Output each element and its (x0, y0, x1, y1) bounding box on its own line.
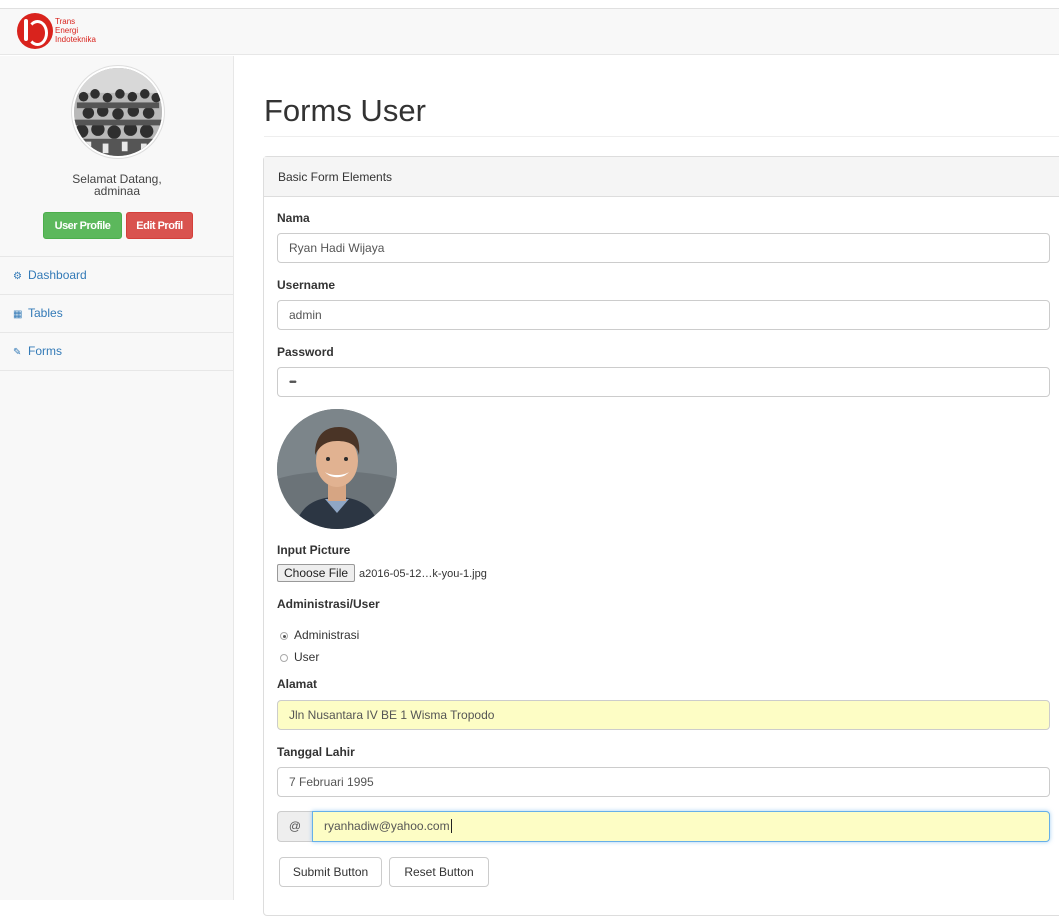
sidebar-item-forms[interactable]: ✎ Forms (0, 333, 234, 371)
edit-icon: ✎ (13, 347, 22, 358)
profile-photo-image (277, 409, 397, 529)
sidebar-item-label: Forms (28, 344, 62, 358)
username-label: Username (277, 278, 336, 292)
alamat-label: Alamat (277, 677, 318, 691)
picture-label: Input Picture (277, 543, 351, 557)
alamat-input[interactable]: Jln Nusantara IV BE 1 Wisma Tropodo (277, 700, 1050, 730)
choose-file-button[interactable]: Choose File (277, 564, 356, 582)
submit-button[interactable]: Submit Button (279, 857, 382, 887)
radio-option-administrasi[interactable]: Administrasi (280, 628, 359, 642)
file-name-text: a2016-05-12…k-you-1.jpg (359, 568, 487, 581)
table-icon: ▦ (13, 309, 23, 320)
radio-label: Administrasi (294, 628, 360, 642)
edit-profile-button[interactable]: Edit Profil (126, 212, 193, 239)
tanggal-lahir-label: Tanggal Lahir (277, 745, 355, 759)
brand-line-1: Trans (55, 17, 76, 26)
panel-heading: Basic Form Elements (264, 157, 1059, 197)
at-sign-addon: @ (277, 811, 313, 842)
file-input: Choose File a2016-05-12…k-you-1.jpg (277, 564, 487, 584)
radio-label: User (294, 650, 320, 664)
password-input[interactable]: ••••• (277, 367, 1050, 397)
profile-photo (277, 409, 397, 529)
radio-option-user[interactable]: User (280, 650, 319, 664)
reset-button[interactable]: Reset Button (389, 857, 489, 887)
sidebar-avatar (72, 66, 164, 158)
sidebar: Selamat Datang, adminaa User Profile Edi… (0, 56, 234, 900)
sidebar-item-label: Dashboard (28, 268, 87, 282)
user-profile-button[interactable]: User Profile (43, 212, 122, 239)
sidebar-nav: ⚙ Dashboard ▦ Tables ✎ Forms (0, 256, 234, 371)
sidebar-item-dashboard[interactable]: ⚙ Dashboard (0, 257, 234, 295)
password-label: Password (277, 345, 334, 359)
brand-name: Trans Energi Indoteknika (55, 17, 96, 44)
welcome-text: Selamat Datang, adminaa (0, 173, 234, 197)
welcome-username: adminaa (93, 184, 141, 198)
sidebar-item-label: Tables (28, 306, 63, 320)
group-photo-image (74, 68, 162, 156)
email-value: ryanhadiw@yahoo.com (324, 819, 450, 833)
nama-input[interactable]: Ryan Hadi Wijaya (277, 233, 1050, 263)
top-navbar: Trans Energi Indoteknika (0, 8, 1059, 55)
title-divider (264, 136, 1059, 137)
tanggal-lahir-input[interactable]: 7 Februari 1995 (277, 767, 1050, 797)
text-caret (450, 819, 452, 833)
radio-checked-icon[interactable] (280, 632, 288, 640)
brand-line-2: Energi (55, 26, 79, 35)
page-title: Forms User (264, 93, 426, 128)
sidebar-item-tables[interactable]: ▦ Tables (0, 295, 234, 333)
form-panel: Basic Form Elements (263, 156, 1059, 916)
brand-logo[interactable]: Trans Energi Indoteknika (17, 13, 127, 49)
role-label: Administrasi/User (277, 597, 380, 611)
nama-label: Nama (277, 211, 310, 225)
radio-unchecked-icon[interactable] (280, 654, 288, 662)
brand-line-3: Indoteknika (55, 35, 96, 44)
username-input[interactable]: admin (277, 300, 1050, 330)
brand-logo-icon (17, 13, 53, 49)
dashboard-icon: ⚙ (13, 271, 22, 282)
email-input[interactable]: ryanhadiw@yahoo.com (312, 811, 1050, 842)
